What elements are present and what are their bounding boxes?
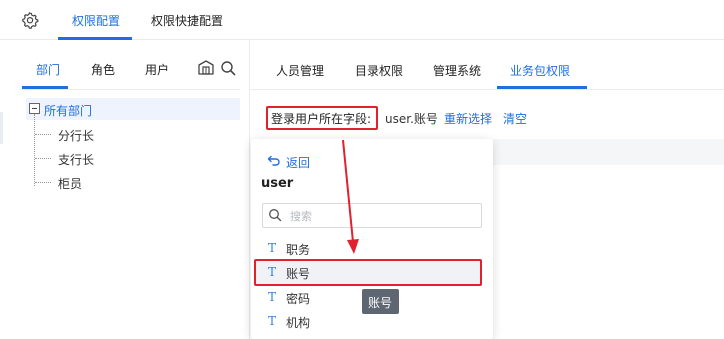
- tree-item-branch-head[interactable]: 分行长: [58, 127, 94, 144]
- left-edge-marker: [0, 112, 3, 144]
- text-type-icon: T: [268, 314, 277, 328]
- tree-connector: [34, 114, 35, 186]
- tree-root-label[interactable]: 所有部门: [44, 102, 92, 119]
- selected-item-highlight: [254, 259, 482, 286]
- building-icon[interactable]: [197, 58, 215, 76]
- left-tab-role[interactable]: 角色: [91, 61, 115, 78]
- collapse-icon[interactable]: [29, 103, 40, 114]
- gear-icon[interactable]: [20, 10, 40, 30]
- tree-item-teller[interactable]: 柜员: [58, 175, 82, 192]
- tab-management-system[interactable]: 管理系统: [433, 62, 481, 79]
- back-button[interactable]: 返回: [286, 154, 310, 171]
- top-tab-permission-config[interactable]: 权限配置: [72, 12, 120, 29]
- right-tab-divider: [250, 89, 724, 90]
- tab-business-package[interactable]: 业务包权限: [510, 62, 570, 79]
- login-user-field-value: user.账号: [385, 112, 438, 126]
- tree-connector: [35, 134, 51, 135]
- text-type-icon: T: [268, 241, 277, 255]
- dropdown-search-placeholder: 搜索: [290, 210, 312, 223]
- app-root: 权限配置 权限快捷配置 部门 角色 用户 所有部门 分行长 支行长 柜员 人员管…: [0, 0, 724, 339]
- search-icon: [269, 209, 282, 222]
- tree-item-subbranch-head[interactable]: 支行长: [58, 151, 94, 168]
- dropdown-item-organization[interactable]: 机构: [286, 314, 310, 331]
- text-type-icon: T: [268, 290, 277, 304]
- dropdown-item-position[interactable]: 职务: [286, 241, 310, 258]
- tree-connector: [35, 182, 51, 183]
- back-arrow-icon[interactable]: [267, 153, 281, 167]
- tooltip-text: 账号: [368, 296, 393, 310]
- tab-catalog-permission[interactable]: 目录权限: [355, 62, 403, 79]
- clear-link[interactable]: 清空: [503, 110, 527, 127]
- login-user-field-label: 登录用户所在字段:: [271, 112, 372, 126]
- tree-connector: [35, 158, 51, 159]
- dropdown-item-password[interactable]: 密码: [286, 290, 310, 307]
- reselect-link[interactable]: 重新选择: [444, 110, 492, 127]
- left-panel: [0, 40, 250, 339]
- table-header-band: [493, 139, 724, 165]
- dropdown-title: user: [261, 176, 294, 191]
- left-tab-user[interactable]: 用户: [145, 61, 169, 78]
- top-tab-quick-config[interactable]: 权限快捷配置: [151, 12, 223, 29]
- tab-personnel[interactable]: 人员管理: [276, 62, 324, 79]
- left-tab-divider: [20, 89, 240, 90]
- left-tab-department[interactable]: 部门: [36, 61, 60, 78]
- search-icon[interactable]: [220, 60, 236, 76]
